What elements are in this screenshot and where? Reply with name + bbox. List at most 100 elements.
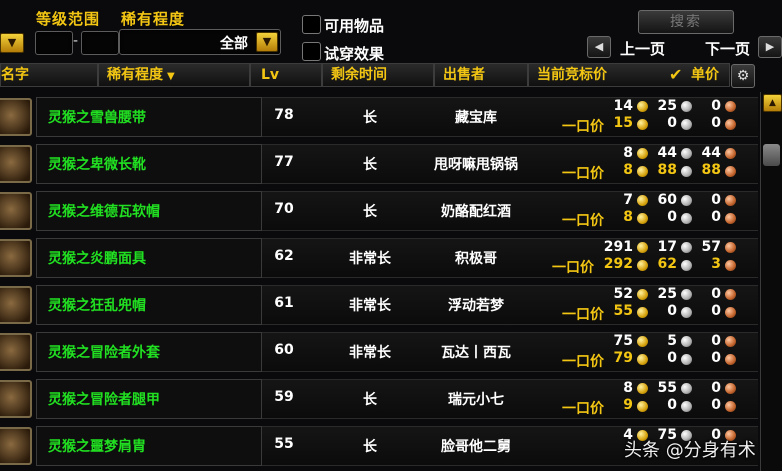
usable-items-checkbox[interactable] <box>302 15 321 34</box>
seller-name: 藏宝库 <box>455 110 497 126</box>
column-header-lv[interactable]: Lv <box>250 63 322 87</box>
left-dropdown-button[interactable]: ▼ <box>0 33 24 53</box>
buyout-value: 0 <box>711 115 721 131</box>
item-level: 61 <box>274 295 294 311</box>
column-header-time[interactable]: 剩余时间 <box>322 63 434 87</box>
copper-coin-icon <box>725 289 736 300</box>
time-left: 长 <box>363 392 377 408</box>
buyout-value: 62 <box>657 256 677 272</box>
next-page-icon[interactable]: ▶ <box>758 36 782 58</box>
level-dash: - <box>73 33 79 49</box>
seller-name: 脸哥他二舅 <box>441 439 511 455</box>
item-level: 59 <box>274 389 294 405</box>
item-icon[interactable] <box>0 286 32 324</box>
scrollbar[interactable]: ▲ <box>760 92 782 471</box>
buyout-value: 8 <box>623 209 633 225</box>
table-row[interactable]: 灵猴之维德瓦软帽 70 长奶酪配红酒 7 60 0 一口价 8 0 0 <box>0 189 758 233</box>
seller-name: 瓦达丨西瓦 <box>441 345 511 361</box>
next-page-label[interactable]: 下一页 <box>705 38 750 59</box>
column-bid-label: 当前竞标价 <box>537 67 607 83</box>
item-name[interactable]: 灵猴之雪兽腰带 <box>48 107 146 127</box>
buyout-value: 292 <box>603 256 633 272</box>
item-name[interactable]: 灵猴之冒险者腿甲 <box>48 389 160 409</box>
buyout-value: 55 <box>613 303 633 319</box>
buyout-value: 0 <box>711 397 721 413</box>
unit-price-label: 单价 <box>691 67 719 83</box>
column-lv-label: Lv <box>261 67 280 83</box>
copper-coin-icon <box>725 260 736 271</box>
copper-coin-icon <box>725 101 736 112</box>
copper-coin-icon <box>725 119 736 130</box>
table-row[interactable]: 灵猴之狂乱兜帽 61 非常长 浮动若梦 52 25 0 一口价 55 0 0 <box>0 283 758 327</box>
buyout-value: 9 <box>623 397 633 413</box>
column-header-bid[interactable]: 当前竞标价 ✔ 单价 <box>528 63 730 87</box>
bid-value: 7 <box>623 192 633 208</box>
time-left: 非常长 <box>349 298 391 314</box>
bid-value: 52 <box>613 286 633 302</box>
bid-value: 55 <box>657 380 677 396</box>
gear-icon[interactable]: ⚙ <box>731 64 755 88</box>
column-time-label: 剩余时间 <box>331 67 387 83</box>
table-row[interactable]: 灵猴之冒险者腿甲 59 长瑞元小七 8 55 0 一口价 9 0 0 <box>0 377 758 421</box>
item-icon[interactable] <box>0 145 32 183</box>
level-min-input[interactable] <box>35 31 73 55</box>
item-name[interactable]: 灵猴之噩梦肩胄 <box>48 436 146 456</box>
level-max-input[interactable] <box>81 31 119 55</box>
seller-name: 积极哥 <box>455 251 497 267</box>
item-icon[interactable] <box>0 427 32 465</box>
copper-coin-icon <box>725 148 736 159</box>
prev-page-icon[interactable]: ◀ <box>587 36 611 58</box>
copper-coin-icon <box>725 307 736 318</box>
chevron-down-icon[interactable]: ▼ <box>256 32 278 52</box>
item-name[interactable]: 灵猴之卑微长靴 <box>48 154 146 174</box>
bid-value: 0 <box>711 98 721 114</box>
checkmark-icon[interactable]: ✔ <box>669 64 682 86</box>
rarity-value: 全部 <box>220 36 248 52</box>
scroll-up-icon[interactable]: ▲ <box>763 94 782 112</box>
scroll-thumb[interactable] <box>763 144 780 166</box>
item-icon[interactable] <box>0 333 32 371</box>
bid-value: 44 <box>657 145 677 161</box>
level-range-label: 等级范围 <box>36 10 101 28</box>
item-icon[interactable] <box>0 239 32 277</box>
table-row[interactable]: 灵猴之炎鹏面具 62 非常长 积极哥 291 17 57 一口价 292 62 3 <box>0 236 758 280</box>
search-button[interactable]: 搜索 <box>638 10 734 34</box>
sort-arrow-icon: ▼ <box>167 71 175 82</box>
time-left: 长 <box>363 439 377 455</box>
item-level: 62 <box>274 248 294 264</box>
item-icon[interactable] <box>0 380 32 418</box>
item-name[interactable]: 灵猴之维德瓦软帽 <box>48 201 160 221</box>
bid-value: 60 <box>657 192 677 208</box>
seller-name: 浮动若梦 <box>448 298 504 314</box>
item-name[interactable]: 灵猴之冒险者外套 <box>48 342 160 362</box>
usable-items-label: 可用物品 <box>324 17 385 35</box>
column-header-name[interactable]: 名字 <box>0 63 98 87</box>
bid-value: 25 <box>657 286 677 302</box>
table-row[interactable]: 灵猴之雪兽腰带 78 长藏宝库 14 25 0 一口价 15 0 0 <box>0 95 758 139</box>
table-row[interactable]: 灵猴之卑微长靴 77 长甩呀嘛甩锅锅 8 44 44 一口价 8 88 88 <box>0 142 758 186</box>
buyout-value: 79 <box>613 350 633 366</box>
seller-name: 奶酪配红酒 <box>441 204 511 220</box>
buyout-value: 0 <box>711 209 721 225</box>
item-name[interactable]: 灵猴之狂乱兜帽 <box>48 295 146 315</box>
bid-value: 8 <box>623 145 633 161</box>
item-name[interactable]: 灵猴之炎鹏面具 <box>48 248 146 268</box>
column-rarity-label: 稀有程度 <box>107 67 163 83</box>
copper-coin-icon <box>725 336 736 347</box>
time-left: 长 <box>363 157 377 173</box>
bid-value: 75 <box>613 333 633 349</box>
bid-value: 44 <box>701 145 721 161</box>
column-header-seller[interactable]: 出售者 <box>434 63 528 87</box>
prev-page-label[interactable]: 上一页 <box>620 38 665 59</box>
table-row[interactable]: 灵猴之冒险者外套 60 非常长 瓦达丨西瓦 75 5 0 一口价 79 0 0 <box>0 330 758 374</box>
time-left: 长 <box>363 204 377 220</box>
item-icon[interactable] <box>0 192 32 230</box>
bid-value: 8 <box>623 380 633 396</box>
try-on-checkbox[interactable] <box>302 42 321 61</box>
item-icon[interactable] <box>0 98 32 136</box>
copper-coin-icon <box>725 195 736 206</box>
rarity-dropdown[interactable]: 全部 ▼ <box>119 29 281 55</box>
column-name-label: 名字 <box>1 67 29 83</box>
column-header-rarity[interactable]: 稀有程度 ▼ <box>98 63 250 87</box>
copper-coin-icon <box>725 383 736 394</box>
